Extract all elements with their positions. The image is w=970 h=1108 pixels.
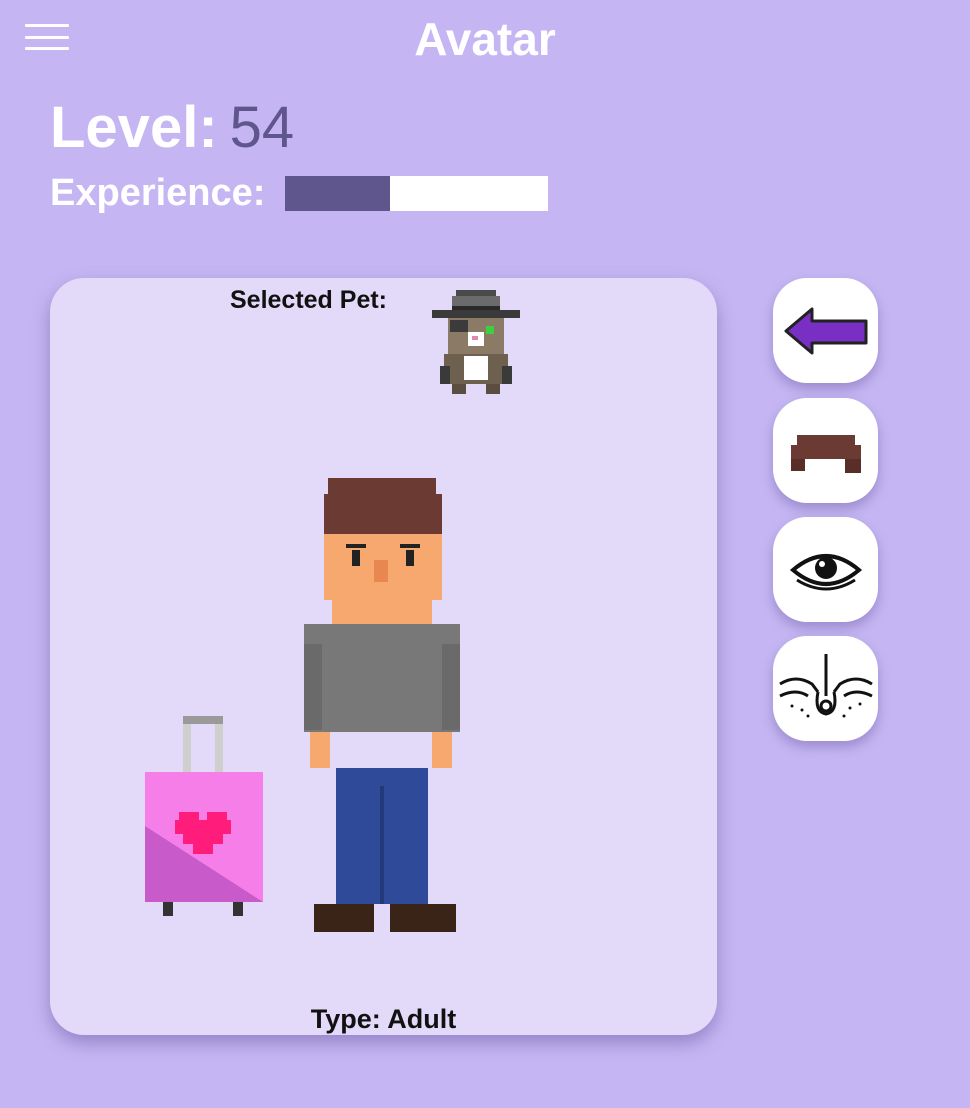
avatar-type-label: Type: Adult (310, 1004, 457, 1034)
avatar-card: Selected Pet: Type: Adult (50, 278, 717, 1035)
hair-button[interactable] (773, 398, 878, 503)
hair-icon (790, 434, 861, 473)
avatar-character (304, 478, 460, 932)
level-display: Level: 54 (50, 94, 294, 161)
back-button[interactable] (773, 278, 878, 383)
experience-label: Experience: (50, 172, 266, 214)
eyes-button[interactable] (773, 517, 878, 622)
experience-bar-fill (285, 176, 391, 211)
eye-icon (789, 553, 862, 590)
skin-button[interactable] (773, 636, 878, 741)
pet-cat-icon[interactable] (430, 286, 522, 398)
skin-icon (778, 653, 873, 717)
suitcase-icon (145, 716, 263, 916)
selected-pet-label: Selected Pet: (230, 286, 388, 314)
level-value: 54 (229, 95, 295, 160)
back-arrow-icon (784, 307, 867, 354)
level-label: Level: (50, 95, 218, 160)
page-title: Avatar (414, 13, 556, 65)
experience-bar (285, 176, 548, 211)
